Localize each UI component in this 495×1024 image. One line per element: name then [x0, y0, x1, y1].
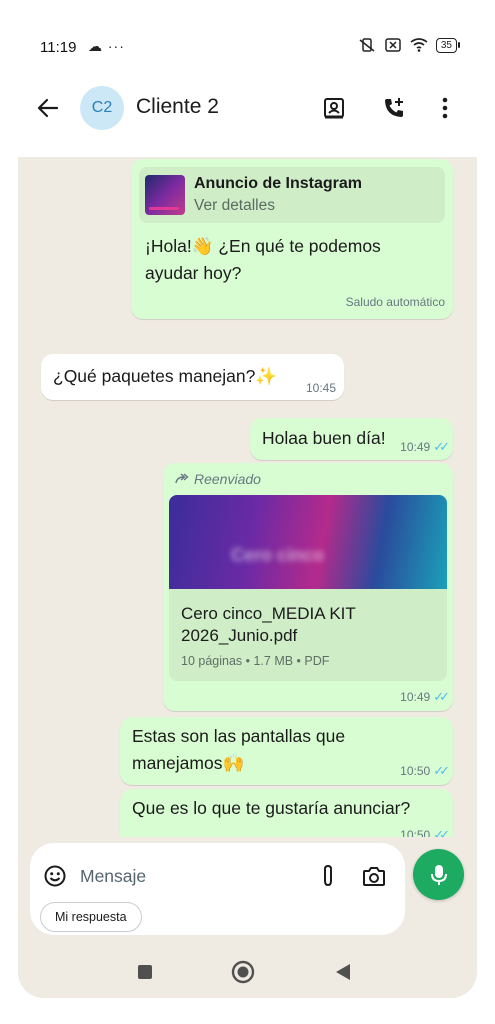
read-ticks-icon: ✓✓ [433, 689, 450, 704]
ad-thumbnail [145, 175, 185, 215]
vibrate-off-icon [358, 37, 376, 53]
emoji-icon[interactable] [42, 863, 68, 889]
outgoing-message-text: Que es lo que te gustaría anunciar? [132, 798, 411, 818]
camera-icon[interactable] [360, 862, 388, 890]
quick-reply-chip[interactable]: Mi respuesta [40, 902, 142, 932]
forwarded-label: Reenviado [175, 471, 261, 487]
wifi-icon [410, 37, 428, 53]
message-time: 10:49 [400, 690, 431, 704]
home-circle-icon[interactable] [230, 959, 256, 985]
forwarded-text: Reenviado [194, 471, 261, 487]
message-meta: 10:50 ✓✓ [400, 763, 450, 779]
ad-details-link[interactable]: Ver detalles [194, 197, 275, 215]
recents-square-icon[interactable] [132, 959, 158, 985]
microphone-icon [430, 864, 447, 885]
message-time: 10:45 [305, 381, 336, 395]
back-triangle-icon[interactable] [330, 959, 356, 985]
phone-screen: 11:19 ☁ ··· 35 C2 Cliente 2 Anuncio de I… [18, 22, 477, 998]
contact-name[interactable]: Cliente 2 [136, 95, 219, 119]
message-time: 10:50 [400, 764, 431, 778]
message-time: 10:49 [400, 440, 431, 454]
ad-title: Anuncio de Instagram [194, 175, 363, 192]
more-options-icon[interactable] [429, 92, 461, 124]
top-bar: 11:19 ☁ ··· 35 C2 Cliente 2 [18, 22, 477, 157]
outgoing-message-text: Estas son las pantallas que manejamos🙌 [132, 726, 346, 773]
message-meta: 10:49 ✓✓ [400, 439, 450, 455]
pdf-file-info[interactable]: Cero cinco_MEDIA KIT 2026_Junio.pdf 10 p… [169, 589, 447, 681]
contact-avatar[interactable]: C2 [80, 86, 124, 130]
chat-app-bar: C2 Cliente 2 [18, 82, 477, 146]
cloud-notification-icons: ☁ ··· [88, 38, 125, 54]
status-bar: 11:19 ☁ ··· 35 [18, 22, 477, 74]
read-ticks-icon: ✓✓ [433, 763, 450, 778]
outgoing-message[interactable]: Estas son las pantallas que manejamos🙌 1… [120, 717, 453, 785]
message-composer: Mi respuesta [30, 843, 405, 935]
incoming-message-text: ¿Qué paquetes manejan?✨ [53, 366, 278, 386]
composer-area: Mi respuesta [18, 837, 477, 947]
battery-indicator: 35 [435, 37, 461, 53]
pdf-preview-text: Cero cinco [231, 545, 325, 565]
add-call-icon[interactable] [378, 92, 410, 124]
pdf-file-details: 10 páginas • 1.7 MB • PDF [181, 654, 330, 668]
message-input[interactable] [80, 862, 290, 890]
outgoing-message[interactable]: Holaa buen día! 10:49 ✓✓ [250, 418, 453, 460]
forward-arrow-icon [175, 471, 189, 487]
outgoing-message-text: Holaa buen día! [262, 428, 386, 448]
contact-card-icon[interactable] [318, 92, 350, 124]
auto-greeting-bubble[interactable]: Anuncio de Instagram Ver detalles ¡Hola!… [131, 159, 453, 319]
system-nav-bar [18, 947, 477, 998]
instagram-ad-card[interactable]: Anuncio de Instagram Ver detalles [139, 167, 445, 223]
attach-clip-icon[interactable] [316, 862, 340, 890]
incoming-message[interactable]: ¿Qué paquetes manejan?✨ 10:45 [41, 354, 344, 400]
forwarded-document-bubble[interactable]: Reenviado Cero cinco Cero cinco_MEDIA KI… [163, 463, 453, 711]
chat-area[interactable]: Anuncio de Instagram Ver detalles ¡Hola!… [18, 157, 477, 849]
status-right-icons: 35 [358, 37, 461, 53]
message-meta: 10:49 ✓✓ [400, 689, 450, 705]
greeting-text: ¡Hola!👋 ¿En qué te podemos ayudar hoy? [145, 236, 381, 283]
auto-greeting-label: Saludo automático [345, 295, 445, 309]
sim-x-icon [384, 37, 402, 53]
back-arrow-icon[interactable] [32, 92, 64, 124]
read-ticks-icon: ✓✓ [433, 439, 450, 454]
status-time: 11:19 [40, 39, 77, 56]
pdf-file-name: Cero cinco_MEDIA KIT 2026_Junio.pdf [181, 604, 356, 645]
microphone-button[interactable] [413, 849, 464, 900]
pdf-preview-image[interactable]: Cero cinco [169, 495, 447, 589]
